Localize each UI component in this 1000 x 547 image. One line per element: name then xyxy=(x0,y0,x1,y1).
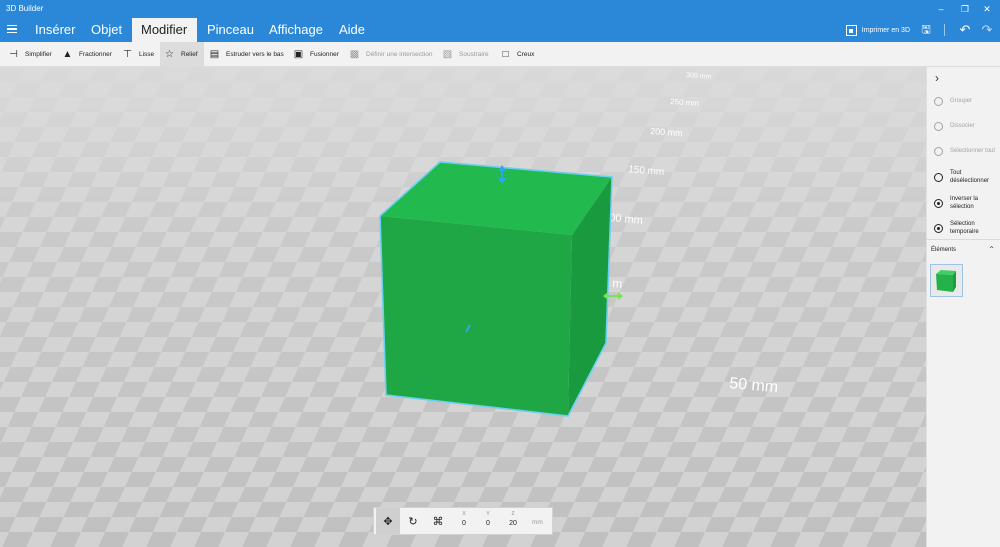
hollow-button[interactable]: □ Creux xyxy=(496,42,538,67)
rotate-button[interactable]: ↻ xyxy=(401,508,425,534)
group-label: Grouper xyxy=(950,97,973,104)
move-icon: ✥ xyxy=(383,515,393,528)
smooth-icon: ⊤ xyxy=(123,48,132,60)
object-thumbnail[interactable] xyxy=(930,264,963,297)
elements-heading: Éléments xyxy=(931,247,957,253)
cube-object[interactable] xyxy=(379,161,613,417)
tab-affichage[interactable]: Affichage xyxy=(260,18,332,42)
unit-label: mm xyxy=(532,519,543,526)
redo-icon[interactable]: ↷ xyxy=(978,21,996,39)
extrude-down-label: Estruder vers le bas xyxy=(226,51,284,58)
hollow-label: Creux xyxy=(517,51,535,58)
simplify-icon: ⊣ xyxy=(9,48,18,60)
merge-icon: ▣ xyxy=(293,48,304,60)
menu-separator xyxy=(944,24,945,36)
split-button[interactable]: ▲ Fractionner xyxy=(58,42,116,67)
rotate-icon: ↻ xyxy=(408,515,418,528)
y-axis-label: Y xyxy=(486,511,490,517)
x-coordinate[interactable]: X 0 xyxy=(454,511,474,527)
smooth-button[interactable]: ⊤ Lisse xyxy=(118,42,158,67)
x-value: 0 xyxy=(462,520,466,527)
minimize-button[interactable]: – xyxy=(930,0,952,18)
deselect-all-button[interactable]: Tout désélectionner xyxy=(927,170,1000,185)
split-label: Fractionner xyxy=(79,51,112,58)
split-icon: ▲ xyxy=(62,48,73,60)
simplify-label: Simplifier xyxy=(25,51,52,58)
ungroup-button[interactable]: Dissocier xyxy=(927,122,1000,131)
temporary-selection-icon xyxy=(934,224,943,233)
simplify-button[interactable]: ⊣ Simplifier xyxy=(4,42,56,67)
y-coordinate[interactable]: Y 0 xyxy=(478,511,498,527)
group-icon xyxy=(934,97,943,106)
merge-label: Fusionner xyxy=(310,51,339,58)
group-button[interactable]: Grouper xyxy=(927,97,1000,106)
tab-modifier[interactable]: Modifier xyxy=(132,18,197,42)
deselect-all-label: Tout désélectionner xyxy=(950,170,990,184)
print-3d-icon xyxy=(845,24,857,36)
invert-selection-button[interactable]: Inverser la sélection xyxy=(927,196,1000,211)
select-all-icon xyxy=(934,147,943,156)
tab-inserer[interactable]: Insérer xyxy=(26,18,84,42)
3d-viewport[interactable]: 300 mm 250 mm 200 mm 150 mm 00 mm m 50 m… xyxy=(0,67,926,547)
print-3d-label: Imprimer en 3D xyxy=(861,26,910,34)
subtract-button[interactable]: ▧ Soustraire xyxy=(438,42,493,67)
app-title: 3D Builder xyxy=(6,4,44,13)
deselect-all-icon xyxy=(934,173,943,182)
z-value: 20 xyxy=(509,520,517,527)
close-button[interactable]: ✕ xyxy=(976,0,998,18)
menu-bar: Insérer Objet Modifier Pinceau Affichage… xyxy=(0,18,1000,42)
ungroup-label: Dissocier xyxy=(950,122,975,129)
z-axis-label: Z xyxy=(511,511,515,517)
temporary-selection-label: Sélection temporaire xyxy=(950,221,979,235)
intersect-button[interactable]: ▩ Définir une intersection xyxy=(345,42,436,67)
selection-panel: › Grouper Dissocier Sélectionner tout To… xyxy=(926,67,1000,547)
cube-front-face xyxy=(380,216,572,416)
scale-icon: ⌘ xyxy=(432,515,444,528)
subtract-label: Soustraire xyxy=(459,51,489,58)
hollow-icon: □ xyxy=(502,48,509,60)
extrude-down-button[interactable]: ▤ Estruder vers le bas xyxy=(205,42,288,67)
print-3d-button[interactable]: Imprimer en 3D xyxy=(845,18,910,42)
select-all-button[interactable]: Sélectionner tout xyxy=(927,147,1000,156)
emboss-label: Relief xyxy=(181,51,198,58)
hamburger-menu-icon[interactable] xyxy=(6,23,20,37)
subtract-icon: ▧ xyxy=(442,48,453,60)
ungroup-icon xyxy=(934,122,943,131)
transform-bar: ✥ ↻ ⌘ X 0 Y 0 Z 20 mm xyxy=(373,507,553,535)
emboss-button[interactable]: ☆ Relief xyxy=(160,42,204,67)
invert-selection-icon xyxy=(934,199,943,208)
select-all-label: Sélectionner tout xyxy=(950,147,996,154)
ruler-label: m xyxy=(612,276,623,291)
scene-canvas: 300 mm 250 mm 200 mm 150 mm 00 mm m 50 m… xyxy=(0,67,926,547)
save-icon[interactable]: 🖫 xyxy=(917,21,935,39)
intersect-label: Définir une intersection xyxy=(366,51,433,58)
chevron-up-icon[interactable]: ⌃ xyxy=(988,245,995,254)
scale-button[interactable]: ⌘ xyxy=(426,508,450,534)
title-bar: 3D Builder – ❐ ✕ xyxy=(0,0,1000,18)
intersect-icon: ▩ xyxy=(349,48,360,60)
emboss-star-icon: ☆ xyxy=(165,48,174,60)
cube-thumbnail-icon xyxy=(936,270,956,292)
z-coordinate[interactable]: Z 20 xyxy=(503,511,523,527)
tab-pinceau[interactable]: Pinceau xyxy=(198,18,263,42)
merge-button[interactable]: ▣ Fusionner xyxy=(289,42,343,67)
x-axis-label: X xyxy=(462,511,466,517)
panel-divider xyxy=(927,239,1000,240)
smooth-label: Lisse xyxy=(139,51,155,58)
modify-toolbar: ⊣ Simplifier ▲ Fractionner ⊤ Lisse ☆ Rel… xyxy=(0,42,1000,67)
collapse-panel-chevron-icon[interactable]: › xyxy=(935,71,939,85)
extrude-down-icon: ▤ xyxy=(209,48,220,60)
undo-icon[interactable]: ↶ xyxy=(956,21,974,39)
invert-selection-label: Inverser la sélection xyxy=(950,196,979,210)
move-button[interactable]: ✥ xyxy=(376,508,400,534)
temporary-selection-button[interactable]: Sélection temporaire xyxy=(927,221,1000,236)
restore-button[interactable]: ❐ xyxy=(954,0,976,18)
y-value: 0 xyxy=(486,520,490,527)
tab-aide[interactable]: Aide xyxy=(330,18,374,42)
tab-objet[interactable]: Objet xyxy=(82,18,131,42)
